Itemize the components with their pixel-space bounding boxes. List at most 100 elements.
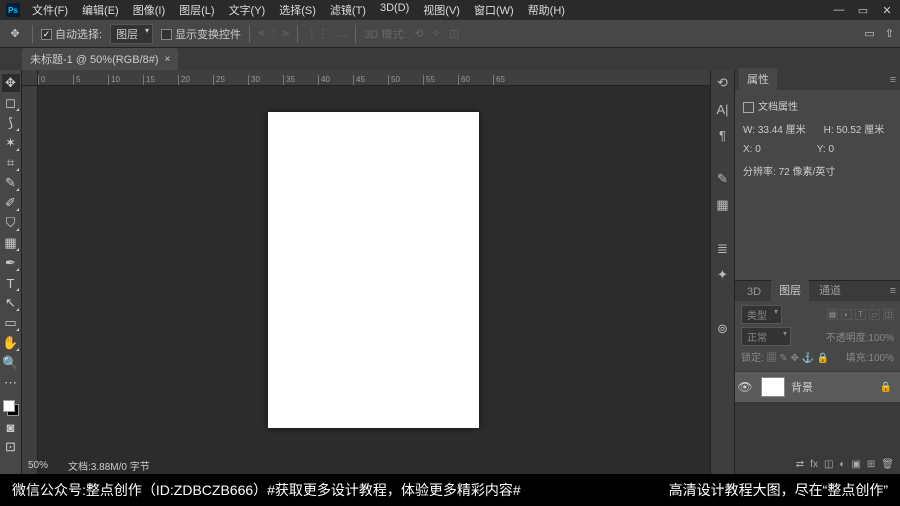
layer-thumbnail[interactable]: [761, 377, 785, 397]
quick-select-tool[interactable]: ✶: [2, 134, 20, 152]
align-left-icon[interactable]: ⫷: [258, 27, 264, 40]
gradient-tool[interactable]: ▦: [2, 234, 20, 252]
tab-close-icon[interactable]: ×: [165, 54, 171, 65]
layer-name[interactable]: 背景: [791, 379, 813, 395]
title-bar: Ps 文件(F) 编辑(E) 图像(I) 图层(L) 文字(Y) 选择(S) 滤…: [0, 0, 900, 20]
type-tool[interactable]: T: [2, 274, 20, 292]
filter-smart-icon[interactable]: ◫: [883, 309, 894, 320]
path-select-tool[interactable]: ↖: [2, 294, 20, 312]
blend-mode-dropdown[interactable]: 正常: [741, 327, 791, 346]
move-tool[interactable]: ✥: [2, 74, 20, 92]
maximize-button[interactable]: ▭: [856, 3, 870, 17]
ruler-vertical[interactable]: [22, 86, 38, 474]
menu-edit[interactable]: 编辑(E): [76, 0, 125, 20]
x-value: 0: [755, 144, 761, 155]
menu-filter[interactable]: 滤镜(T): [324, 0, 372, 20]
options-bar: ✥ 自动选择: 图层 显示变换控件 ⫷ ⫶ ⫸ ⋮⋮ … 3D 模式: ⟲ ✧ …: [0, 20, 900, 48]
brush-tool[interactable]: ✐: [2, 194, 20, 212]
screen-mode[interactable]: ⊡: [2, 438, 20, 456]
shape-tool[interactable]: ▭: [2, 314, 20, 332]
slide-3d-icon[interactable]: ◫: [449, 27, 459, 40]
align-right-icon[interactable]: ⫸: [283, 27, 289, 40]
visibility-icon[interactable]: 👁: [735, 380, 755, 394]
layers-panel: 3D 图层 通道 ≡ 类型 ▦◐T▱◫ 正常 不透明度:100%: [735, 280, 900, 474]
pan-3d-icon[interactable]: ✧: [432, 27, 441, 40]
distribute-icon[interactable]: ⋮⋮: [306, 27, 328, 40]
layer-filter-dropdown[interactable]: 类型: [741, 305, 782, 324]
swatches-icon[interactable]: ▦: [714, 196, 732, 214]
hand-tool[interactable]: ✋: [2, 334, 20, 352]
document-tabs: 未标题-1 @ 50%(RGB/8#) ×: [0, 48, 900, 70]
marquee-tool[interactable]: ◻: [2, 94, 20, 112]
3d-tab[interactable]: 3D: [739, 283, 769, 301]
move-tool-icon: ✥: [6, 25, 24, 43]
color-swatch[interactable]: [3, 400, 19, 416]
menu-layer[interactable]: 图层(L): [173, 0, 220, 20]
share-icon[interactable]: ⇧: [885, 27, 894, 40]
link-layers-icon[interactable]: ⇄: [796, 459, 804, 470]
channels-tab[interactable]: 通道: [811, 279, 849, 301]
properties-panel: 属性 ≡ 文档属性 W: 33.44 厘米 H: 50.52 厘米 X: 0 Y…: [735, 70, 900, 280]
doc-size-info[interactable]: 文档:3.88M/0 字节: [68, 458, 150, 473]
layer-style-icon[interactable]: fx: [810, 459, 818, 470]
crop-tool[interactable]: ⌗: [2, 154, 20, 172]
menu-window[interactable]: 窗口(W): [468, 0, 520, 20]
menu-help[interactable]: 帮助(H): [522, 0, 571, 20]
filter-pixel-icon[interactable]: ▦: [827, 309, 838, 320]
menu-3d[interactable]: 3D(D): [374, 0, 415, 20]
fill-value[interactable]: 100%: [868, 353, 894, 364]
layer-mask-icon[interactable]: ◫: [824, 459, 833, 470]
adjustment-layer-icon[interactable]: ◐: [839, 459, 845, 470]
footer-right: 高清设计教程大图，尽在“整点创作”: [669, 480, 888, 500]
quick-mask[interactable]: ◙: [2, 418, 20, 436]
brushes-icon[interactable]: ✎: [714, 170, 732, 188]
document-canvas[interactable]: [268, 112, 479, 428]
stamp-tool[interactable]: ⛉: [2, 214, 20, 232]
properties-tab[interactable]: 属性: [739, 68, 777, 90]
more-align-icon[interactable]: …: [336, 28, 347, 40]
auto-select-mode-dropdown[interactable]: 图层: [110, 24, 153, 44]
lock-icons[interactable]: ▦ ✎ ✥ ⚓ 🔒: [767, 353, 830, 364]
ruler-horizontal[interactable]: 05101520253035404550556065: [38, 70, 710, 86]
menu-view[interactable]: 视图(V): [417, 0, 466, 20]
history-icon[interactable]: ⟲: [714, 74, 732, 92]
canvas-area[interactable]: 05101520253035404550556065: [22, 70, 710, 474]
zoom-level[interactable]: 50%: [28, 460, 48, 471]
pen-tool[interactable]: ✒: [2, 254, 20, 272]
document-tab[interactable]: 未标题-1 @ 50%(RGB/8#) ×: [22, 48, 178, 70]
opacity-value[interactable]: 100%: [868, 333, 894, 344]
delete-layer-icon[interactable]: 🗑: [881, 459, 894, 470]
filter-shape-icon[interactable]: ▱: [869, 309, 880, 320]
filter-type-icon[interactable]: T: [855, 309, 866, 320]
paragraph-icon[interactable]: ¶: [714, 126, 732, 144]
adjustments-icon[interactable]: ≣: [714, 240, 732, 258]
layer-row[interactable]: 👁 背景 🔒: [735, 372, 900, 402]
document-tab-title: 未标题-1 @ 50%(RGB/8#): [30, 51, 159, 67]
resolution-value: 72 像素/英寸: [779, 167, 836, 178]
group-icon[interactable]: ▣: [851, 459, 860, 470]
show-transform-checkbox[interactable]: 显示变换控件: [161, 26, 241, 42]
panel-menu-icon[interactable]: ≡: [890, 74, 896, 86]
new-layer-icon[interactable]: ⊞: [867, 459, 875, 470]
orbit-3d-icon[interactable]: ⟲: [414, 27, 423, 40]
filter-adjust-icon[interactable]: ◐: [841, 309, 852, 320]
libraries-icon[interactable]: ⊚: [714, 320, 732, 338]
menu-select[interactable]: 选择(S): [273, 0, 322, 20]
layer-list: 👁 背景 🔒: [735, 371, 900, 454]
eyedropper-tool[interactable]: ✎: [2, 174, 20, 192]
character-icon[interactable]: A|: [714, 100, 732, 118]
minimize-button[interactable]: —: [832, 3, 846, 17]
auto-select-checkbox[interactable]: 自动选择:: [41, 26, 102, 42]
menu-image[interactable]: 图像(I): [127, 0, 171, 20]
lasso-tool[interactable]: ⟆: [2, 114, 20, 132]
close-button[interactable]: ✕: [880, 3, 894, 17]
zoom-tool[interactable]: 🔍: [2, 354, 20, 372]
align-center-icon[interactable]: ⫶: [272, 27, 275, 40]
styles-icon[interactable]: ✦: [714, 266, 732, 284]
menu-type[interactable]: 文字(Y): [223, 0, 272, 20]
menu-file[interactable]: 文件(F): [26, 0, 74, 20]
layers-menu-icon[interactable]: ≡: [890, 285, 896, 297]
edit-toolbar[interactable]: ⋯: [2, 374, 20, 392]
layers-tab[interactable]: 图层: [771, 279, 809, 301]
search-icon[interactable]: ▭: [864, 27, 874, 40]
